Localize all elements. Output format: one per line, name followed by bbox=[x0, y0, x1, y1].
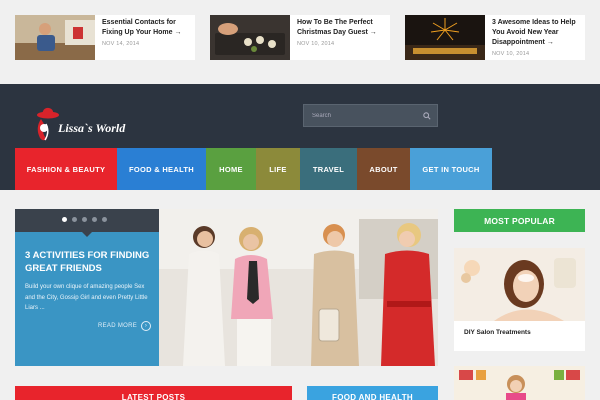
featured-title[interactable]: How To Be The Perfect Christmas Day Gues… bbox=[297, 18, 389, 38]
nav-item-life[interactable]: LIFE bbox=[256, 148, 300, 190]
popular-post-image[interactable] bbox=[454, 248, 585, 321]
hero-caption-panel: 3 ACTIVITIES FOR FINDING GREAT FRIENDS B… bbox=[15, 209, 159, 366]
search-box bbox=[303, 104, 438, 127]
site-logo[interactable]: Lissa`s World bbox=[33, 104, 143, 144]
nav-item-about[interactable]: ABOUT bbox=[357, 148, 410, 190]
slider-dot[interactable] bbox=[92, 217, 97, 222]
popular-post-title[interactable]: DIY Salon Treatments bbox=[464, 329, 531, 336]
featured-date: NOV 10, 2014 bbox=[492, 51, 530, 57]
hero-image[interactable] bbox=[159, 209, 438, 366]
featured-thumbnail-3[interactable] bbox=[405, 15, 485, 60]
nav-item-travel[interactable]: TRAVEL bbox=[300, 148, 357, 190]
main-nav: FASHION & BEAUTY FOOD & HEALTH HOME LIFE… bbox=[15, 148, 492, 190]
popular-post-card[interactable] bbox=[454, 366, 585, 400]
featured-thumbnail-1[interactable] bbox=[15, 15, 95, 60]
featured-post-1[interactable]: Essential Contacts for Fixing Up Your Ho… bbox=[15, 15, 195, 60]
most-popular-heading: MOST POPULAR bbox=[454, 209, 585, 232]
slider-dot[interactable] bbox=[62, 217, 67, 222]
featured-title[interactable]: 3 Awesome Ideas to Help You Avoid New Ye… bbox=[492, 18, 584, 48]
search-input[interactable] bbox=[304, 105, 414, 126]
featured-date: NOV 10, 2014 bbox=[297, 41, 335, 47]
popular-post-image[interactable] bbox=[454, 366, 585, 400]
logo-hat-icon bbox=[37, 107, 59, 141]
popular-post-card[interactable]: DIY Salon Treatments bbox=[454, 248, 585, 351]
food-health-heading: FOOD AND HEALTH bbox=[307, 386, 438, 400]
nav-item-food-health[interactable]: FOOD & HEALTH bbox=[117, 148, 206, 190]
featured-post-3[interactable]: 3 Awesome Ideas to Help You Avoid New Ye… bbox=[405, 15, 585, 60]
nav-item-fashion-beauty[interactable]: FASHION & BEAUTY bbox=[15, 148, 117, 190]
pointer-arrow bbox=[82, 232, 92, 237]
hero-excerpt: Build your own clique of amazing people … bbox=[25, 284, 148, 311]
read-more-link[interactable]: READ MORE › bbox=[98, 321, 152, 331]
nav-item-get-in-touch[interactable]: GET IN TOUCH bbox=[410, 148, 492, 190]
arrow-right-icon: › bbox=[141, 321, 152, 331]
site-header: Lissa`s World FASHION & BEAUTY FOOD & HE… bbox=[0, 84, 600, 190]
featured-post-2[interactable]: How To Be The Perfect Christmas Day Gues… bbox=[210, 15, 390, 60]
featured-strip: Essential Contacts for Fixing Up Your Ho… bbox=[0, 0, 600, 84]
slider-pagination-bar bbox=[15, 209, 159, 232]
featured-date: NOV 14, 2014 bbox=[102, 41, 140, 47]
latest-posts-heading: LATEST POSTS bbox=[15, 386, 292, 400]
slider-dot[interactable] bbox=[102, 217, 107, 222]
read-more-label: READ MORE bbox=[98, 323, 138, 329]
slider-dot[interactable] bbox=[82, 217, 87, 222]
hero-slider: 3 ACTIVITIES FOR FINDING GREAT FRIENDS B… bbox=[15, 209, 438, 366]
search-icon[interactable] bbox=[423, 112, 431, 120]
logo-text: Lissa`s World bbox=[58, 121, 126, 135]
nav-item-home[interactable]: HOME bbox=[206, 148, 256, 190]
featured-title[interactable]: Essential Contacts for Fixing Up Your Ho… bbox=[102, 18, 194, 38]
featured-thumbnail-2[interactable] bbox=[210, 15, 290, 60]
slider-dots bbox=[62, 217, 107, 222]
slider-dot[interactable] bbox=[72, 217, 77, 222]
hero-title[interactable]: 3 ACTIVITIES FOR FINDING GREAT FRIENDS bbox=[25, 249, 153, 275]
